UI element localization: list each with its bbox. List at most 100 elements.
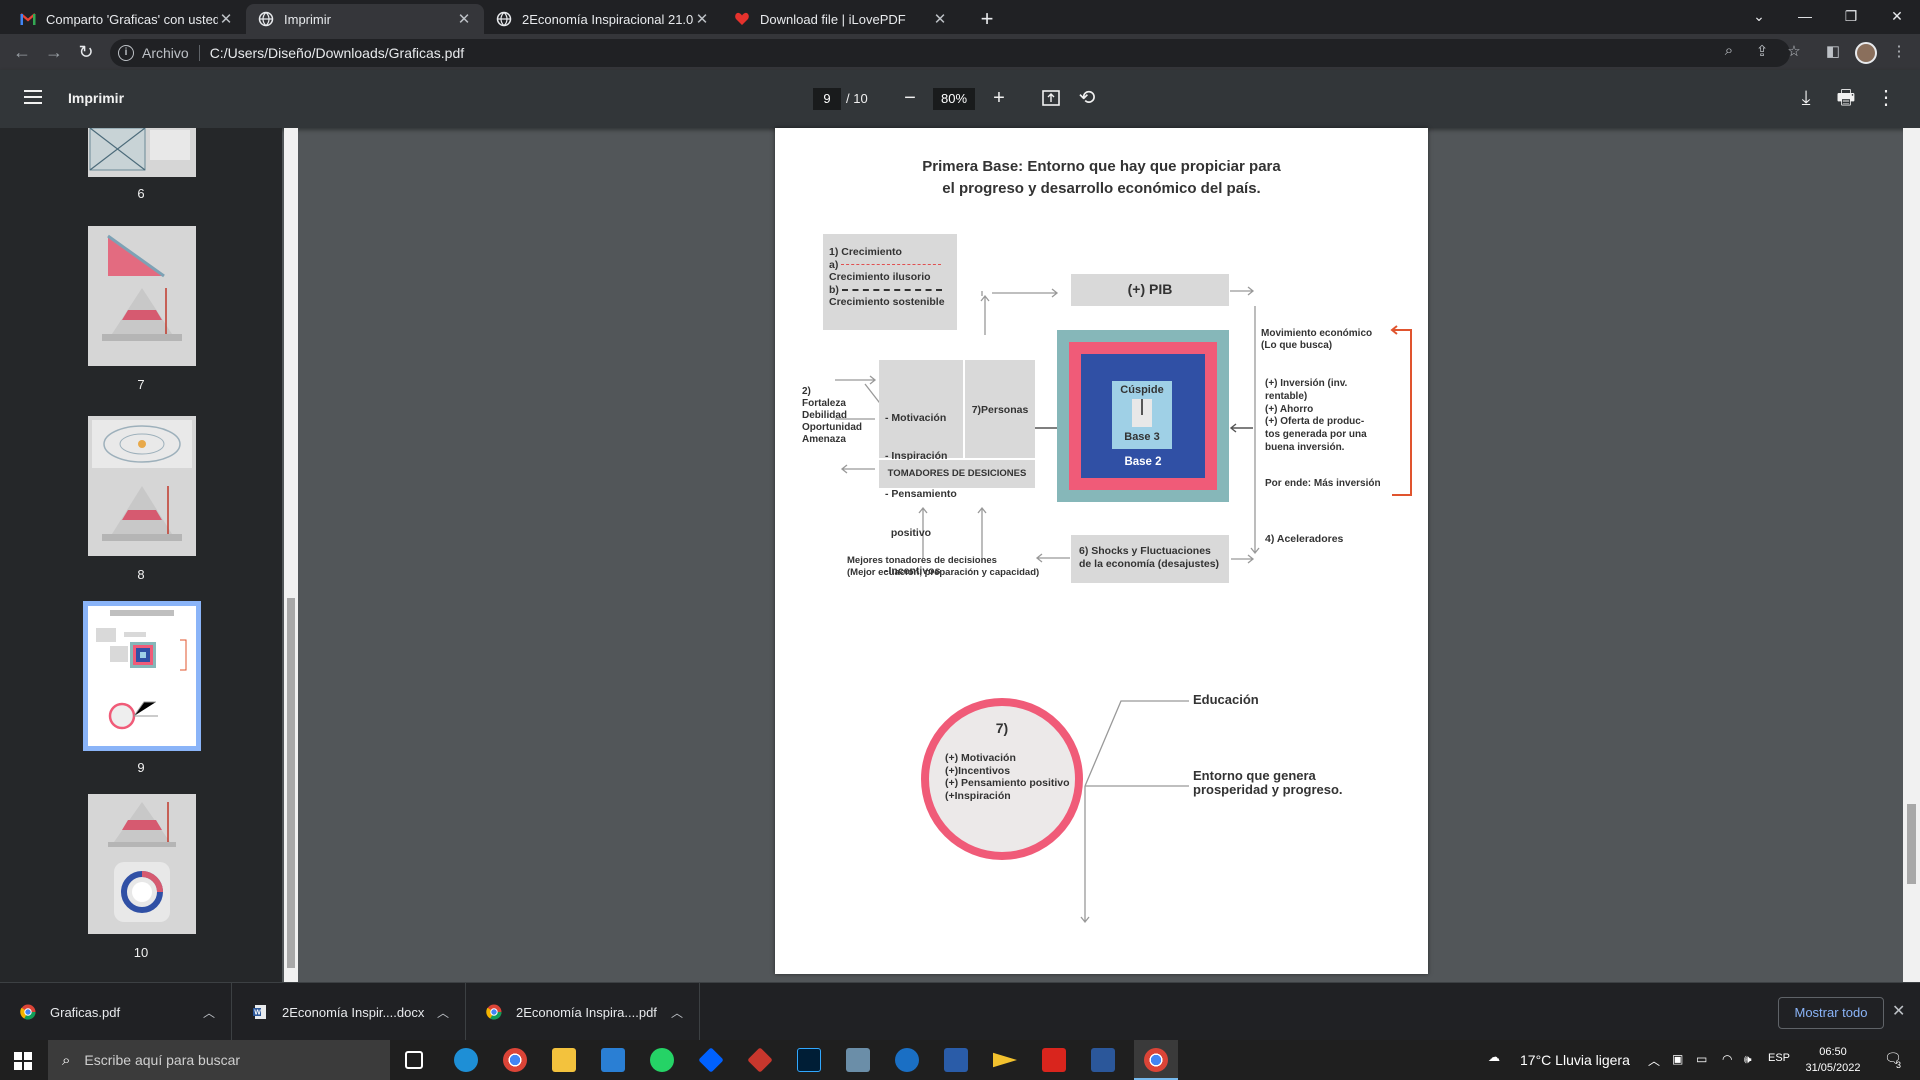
zoom-search-icon[interactable]: ⌕ — [1718, 42, 1740, 59]
forward-icon[interactable]: → — [42, 40, 66, 64]
taskbar-search[interactable]: ⌕ Escribe aquí para buscar — [48, 1040, 390, 1080]
page-number-input[interactable]: 9 — [813, 88, 841, 110]
word-icon[interactable] — [1091, 1048, 1115, 1072]
pdf-toolbar: Imprimir 9 / 10 − 80% + ⟲ ⤓ 🖶 ⋮ — [0, 70, 1920, 128]
tab-title: Comparto 'Graficas' con usted - — [46, 11, 218, 27]
language-indicator[interactable]: ESP — [1768, 1052, 1790, 1064]
tab-economia[interactable]: 2Economía Inspiracional 21.05.20 ✕ — [484, 4, 722, 34]
page-total: / 10 — [846, 91, 868, 106]
circle-item: (+) Pensamiento positivo — [945, 777, 1070, 789]
foda-list: 2) Fortaleza Debilidad Oportunidad Amena… — [802, 386, 862, 446]
kebab-menu-icon[interactable]: ⋮ — [1888, 42, 1910, 60]
device-icon[interactable]: ▣ — [1672, 1052, 1683, 1066]
close-icon[interactable]: ✕ — [932, 10, 948, 28]
thumbnail-page-7[interactable] — [88, 226, 196, 366]
circle-item: (+)Incentivos — [945, 764, 1011, 777]
download-item[interactable]: Graficas.pdf ︿ — [0, 983, 232, 1041]
crecimiento-box: 1) Crecimiento a) Crecimiento ilusorio b… — [823, 234, 957, 330]
info-icon[interactable]: i — [118, 45, 134, 61]
thumbnail-label: 6 — [137, 186, 145, 201]
zoom-out-icon[interactable]: − — [898, 86, 922, 110]
reload-icon[interactable]: ↻ — [74, 40, 98, 64]
fit-page-icon[interactable] — [1039, 86, 1063, 110]
new-tab-icon[interactable]: + — [975, 6, 999, 32]
chevron-up-icon[interactable]: ︿ — [671, 1004, 683, 1021]
mail-icon[interactable] — [601, 1048, 625, 1072]
app-icon[interactable] — [895, 1048, 919, 1072]
edge-icon[interactable] — [454, 1048, 478, 1072]
show-all-button[interactable]: Mostrar todo — [1778, 997, 1884, 1029]
pib-box: (+) PIB — [1071, 274, 1229, 306]
file-explorer-icon[interactable] — [552, 1048, 576, 1072]
menu-icon[interactable] — [24, 90, 42, 108]
browser-toolbar: ← → ↻ i Archivo C:/Users/Diseño/Download… — [0, 34, 1920, 70]
close-icon[interactable]: ✕ — [218, 10, 234, 28]
task-view-icon[interactable] — [405, 1051, 423, 1069]
side-panel-icon[interactable]: ◧ — [1822, 42, 1844, 60]
tab-imprimir[interactable]: Imprimir ✕ — [246, 4, 484, 34]
weather-text[interactable]: 17°C Lluvia ligera — [1520, 1052, 1630, 1068]
chrome-taskbar-icon[interactable] — [503, 1048, 527, 1072]
scrollbar-thumb[interactable] — [1907, 804, 1916, 884]
whatsapp-icon[interactable] — [650, 1048, 674, 1072]
thumbnail-page-6[interactable] — [88, 128, 196, 177]
chevron-up-icon[interactable]: ︿ — [437, 1004, 449, 1021]
volume-icon[interactable]: 🕪 — [1744, 1052, 1752, 1067]
tab-search-icon[interactable]: ⌄ — [1736, 0, 1782, 32]
back-icon[interactable]: ← — [10, 40, 34, 64]
clock[interactable]: 06:50 31/05/2022 — [1803, 1044, 1863, 1076]
windows-start-icon[interactable] — [14, 1052, 32, 1070]
more-icon[interactable]: ⋮ — [1874, 86, 1898, 110]
thumbnail-page-8[interactable] — [88, 416, 196, 556]
battery-icon[interactable]: ▭ — [1696, 1052, 1707, 1066]
close-icon[interactable]: ✕ — [456, 10, 472, 28]
mejores-line: Mejores tonadores de decisiones — [847, 555, 997, 566]
tab-gmail[interactable]: Comparto 'Graficas' con usted - ✕ — [8, 4, 246, 34]
photoshop-icon[interactable] — [797, 1048, 821, 1072]
weather-icon[interactable]: ☁ — [1488, 1050, 1500, 1064]
word-doc-icon: W — [253, 1005, 266, 1019]
tomadores-box: TOMADORES DE DESICIONES — [879, 460, 1035, 488]
sidebar-scrollbar[interactable] — [284, 128, 298, 982]
app-icon[interactable] — [993, 1052, 1017, 1068]
r-app-icon[interactable] — [944, 1048, 968, 1072]
thumbnail-page-10[interactable] — [88, 794, 196, 934]
chevron-up-icon[interactable]: ︿ — [1648, 1052, 1660, 1069]
motivation-item: - Pensamiento — [885, 488, 957, 501]
zoom-input[interactable]: 80% — [933, 88, 975, 110]
document-scrollbar[interactable] — [1903, 128, 1920, 982]
thumbnail-page-9[interactable] — [83, 601, 201, 751]
app-icon[interactable] — [747, 1047, 773, 1073]
address-url[interactable]: C:/Users/Diseño/Downloads/Graficas.pdf — [210, 45, 464, 61]
globe-icon — [496, 11, 512, 27]
close-icon[interactable]: ✕ — [1892, 1001, 1905, 1021]
bookmark-star-icon[interactable]: ☆ — [1783, 42, 1805, 60]
thumbnail-label: 9 — [137, 760, 145, 775]
pdf-title: Imprimir — [68, 90, 125, 106]
window-close-icon[interactable]: ✕ — [1874, 0, 1920, 32]
tab-ilovepdf[interactable]: Download file | iLovePDF ✕ — [722, 4, 960, 34]
dropbox-icon[interactable] — [698, 1047, 724, 1073]
rotate-icon[interactable]: ⟲ — [1075, 86, 1099, 110]
zoom-in-icon[interactable]: + — [987, 86, 1011, 110]
address-bar[interactable]: i Archivo C:/Users/Diseño/Downloads/Graf… — [110, 39, 1790, 67]
share-icon[interactable]: ⇪ — [1751, 42, 1773, 60]
close-icon[interactable]: ✕ — [694, 10, 710, 28]
download-icon[interactable]: ⤓ — [1794, 86, 1818, 110]
chevron-up-icon[interactable]: ︿ — [203, 1004, 215, 1021]
chrome-active-taskbar[interactable] — [1134, 1040, 1178, 1080]
acrobat-icon[interactable] — [1042, 1048, 1066, 1072]
wifi-icon[interactable]: ◠ — [1722, 1052, 1732, 1066]
tab-title: Download file | iLovePDF — [760, 11, 906, 27]
download-item[interactable]: 2Economía Inspira....pdf ︿ — [466, 983, 700, 1041]
print-icon[interactable]: 🖶 — [1834, 86, 1858, 110]
restore-icon[interactable]: ❐ — [1828, 0, 1874, 32]
minimize-icon[interactable]: — — [1782, 0, 1828, 32]
foda-item: Debilidad — [802, 410, 848, 421]
image-app-icon[interactable] — [846, 1048, 870, 1072]
shocks-box: 6) Shocks y Fluctuaciones de la economía… — [1071, 535, 1229, 583]
movimiento-line: Movimiento económico — [1261, 328, 1373, 339]
download-item[interactable]: W 2Economía Inspir....docx ︿ — [232, 983, 466, 1041]
scrollbar-thumb[interactable] — [287, 598, 295, 968]
avatar[interactable] — [1855, 42, 1877, 64]
